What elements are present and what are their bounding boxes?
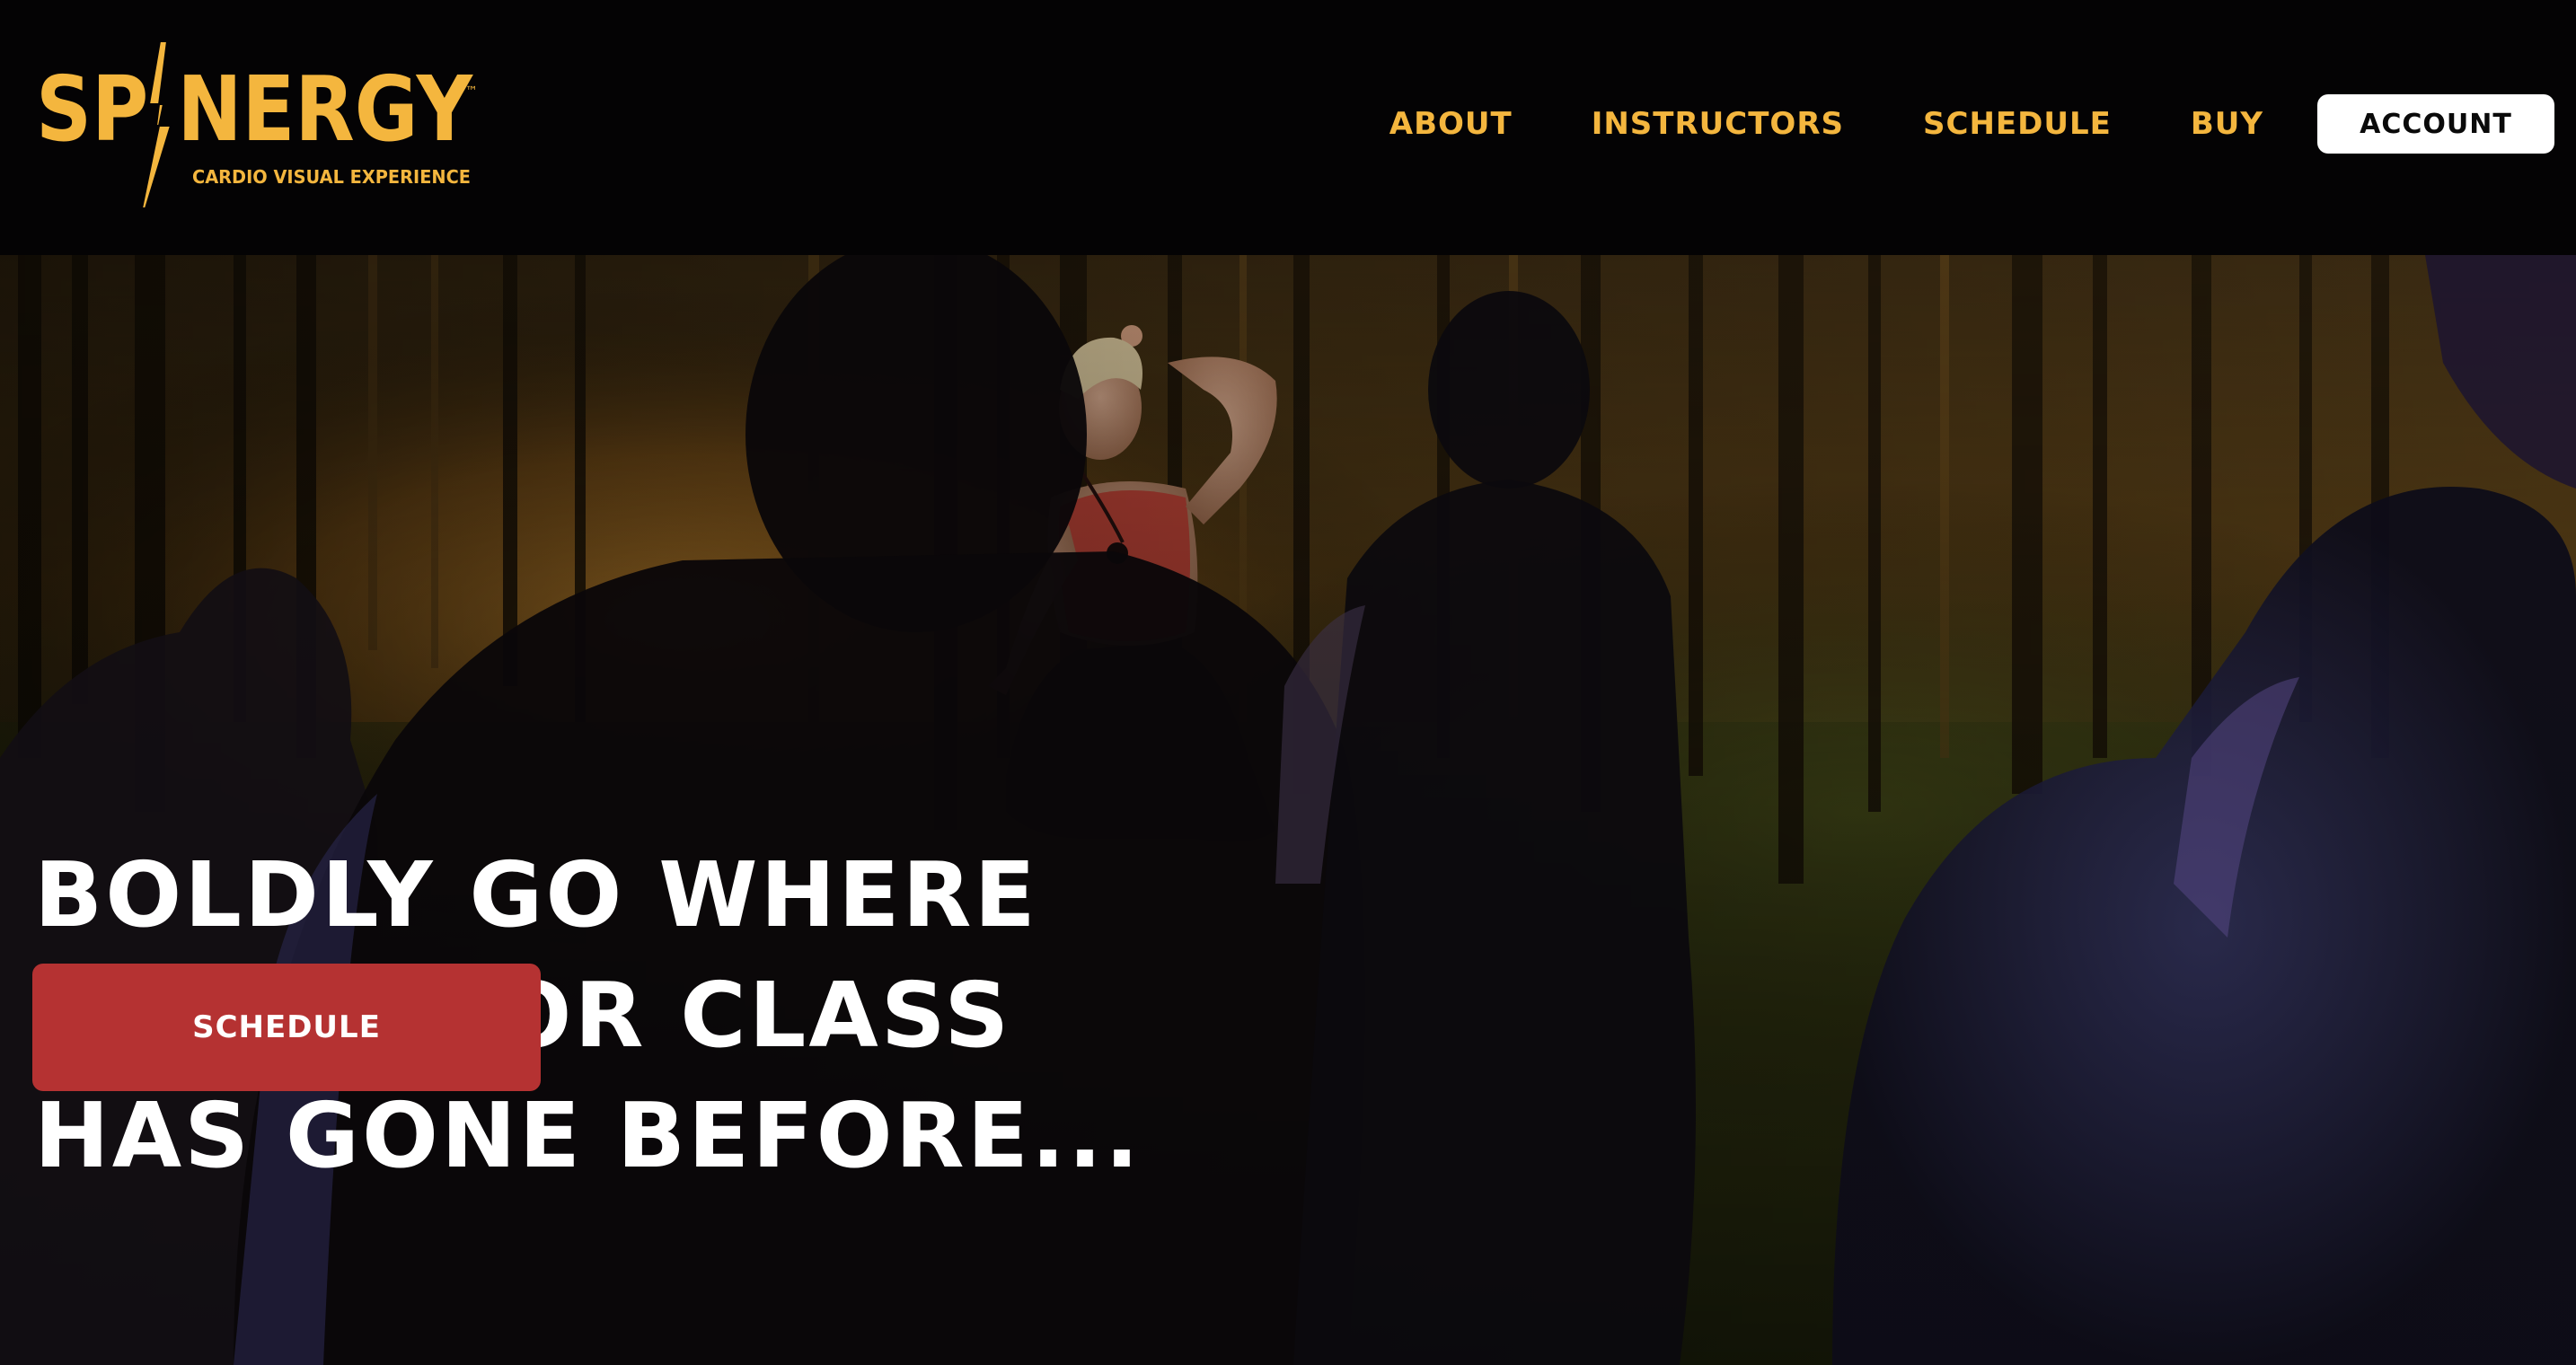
hero-section: BOLDLY GO WHERE NO INDOOR CLASS HAS GONE… [0,255,2576,1365]
logo-wordmark: SPINERGY [36,57,473,162]
page: SPINERGY ™ CARDIO VISUAL EXPERIENCE ABOU… [0,0,2576,1365]
hero-headline-line: BOLDLY GO WHERE [34,842,1038,947]
hero-headline-line: HAS GONE BEFORE... [34,1083,1142,1188]
trademark-symbol: ™ [465,84,478,99]
schedule-cta-button[interactable]: SCHEDULE [32,964,541,1091]
nav-link-about[interactable]: ABOUT [1389,106,1513,142]
hero-background-image [0,255,2576,1365]
site-header: SPINERGY ™ CARDIO VISUAL EXPERIENCE ABOU… [0,0,2576,255]
nav-link-schedule[interactable]: SCHEDULE [1923,106,2112,142]
account-button[interactable]: ACCOUNT [2317,94,2554,154]
main-nav: ABOUT INSTRUCTORS SCHEDULE BUY ACCOUNT [1389,93,2554,154]
spinergy-logo[interactable]: SPINERGY ™ CARDIO VISUAL EXPERIENCE [36,40,485,210]
logo-tagline: CARDIO VISUAL EXPERIENCE [192,166,471,188]
nav-link-buy[interactable]: BUY [2191,106,2263,142]
nav-link-instructors[interactable]: INSTRUCTORS [1592,106,1844,142]
